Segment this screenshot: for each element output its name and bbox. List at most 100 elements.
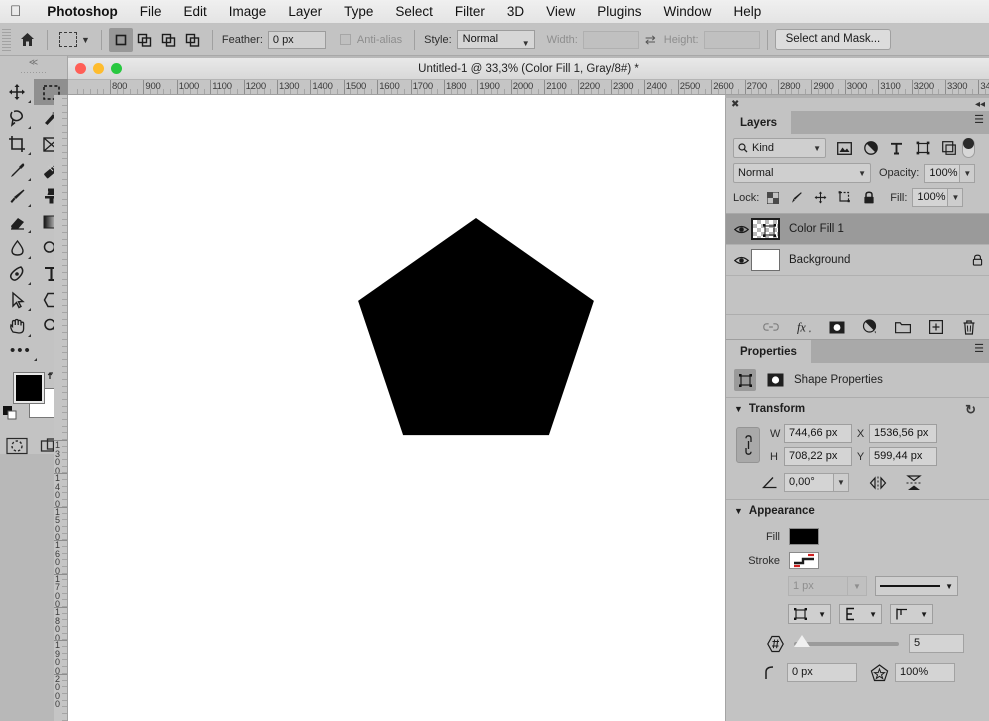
opacity-input[interactable]: 100% bbox=[924, 163, 961, 183]
style-select[interactable]: Normal ▼ bbox=[456, 30, 535, 49]
fill-color-swatch[interactable] bbox=[789, 528, 819, 545]
apple-menu-icon[interactable]:  bbox=[10, 4, 21, 19]
flip-vertical-icon[interactable] bbox=[904, 474, 924, 491]
layer-thumbnail[interactable] bbox=[751, 249, 780, 271]
foreground-color-swatch[interactable] bbox=[14, 373, 44, 403]
new-adjustment-layer-icon[interactable] bbox=[862, 319, 878, 335]
stroke-align-select[interactable]: ▼ bbox=[788, 604, 831, 624]
menu-item-image[interactable]: Image bbox=[218, 4, 278, 19]
new-selection-button[interactable] bbox=[108, 27, 133, 52]
menu-item-filter[interactable]: Filter bbox=[444, 4, 496, 19]
layer-visibility-icon[interactable] bbox=[732, 255, 751, 266]
brush-tool[interactable] bbox=[0, 183, 34, 209]
collapse-panels-icon[interactable]: ◂◂ bbox=[975, 99, 985, 110]
menu-item-photoshop[interactable]: Photoshop bbox=[36, 4, 129, 19]
stroke-width-input[interactable]: 1 px bbox=[788, 576, 848, 596]
pentagon-shape[interactable] bbox=[68, 95, 725, 721]
menu-item-file[interactable]: File bbox=[129, 4, 173, 19]
link-layers-icon[interactable] bbox=[763, 319, 779, 335]
filter-type-icon[interactable] bbox=[889, 141, 904, 156]
eraser-tool[interactable] bbox=[0, 209, 34, 235]
tab-properties[interactable]: Properties bbox=[726, 340, 811, 363]
filter-smartobject-icon[interactable] bbox=[941, 141, 956, 156]
shape-transform-icon[interactable] bbox=[734, 369, 756, 391]
document-titlebar[interactable]: Untitled-1 @ 33,3% (Color Fill 1, Gray/8… bbox=[68, 58, 989, 80]
menu-item-type[interactable]: Type bbox=[333, 4, 384, 19]
layer-thumbnail[interactable] bbox=[751, 218, 780, 240]
fill-stepper[interactable]: ▼ bbox=[948, 188, 964, 207]
vertical-ruler[interactable]: 1300 1400 1500 1600 1700 1800 1900 2000 bbox=[54, 95, 68, 721]
path-selection-tool[interactable] bbox=[0, 287, 34, 313]
sides-slider-handle[interactable] bbox=[794, 634, 810, 647]
subtract-from-selection-button[interactable] bbox=[157, 28, 181, 52]
appearance-section-header[interactable]: ▼ Appearance bbox=[726, 499, 989, 522]
eyedropper-tool[interactable] bbox=[0, 157, 34, 183]
width-input[interactable] bbox=[582, 30, 639, 49]
feather-input[interactable]: 0 px bbox=[267, 30, 326, 49]
stroke-width-stepper[interactable]: ▼ bbox=[848, 576, 867, 596]
corner-radius-input[interactable]: 0 px bbox=[787, 663, 857, 682]
add-layer-style-icon[interactable]: fx bbox=[796, 319, 812, 335]
home-icon[interactable] bbox=[14, 27, 40, 53]
x-input[interactable]: 1536,56 px bbox=[869, 424, 937, 443]
layer-row-background[interactable]: Background bbox=[726, 245, 989, 276]
options-bar-grip[interactable] bbox=[2, 28, 11, 51]
opacity-stepper[interactable]: ▼ bbox=[960, 163, 976, 183]
tools-panel-grip[interactable]: ≪ bbox=[0, 56, 67, 68]
add-layer-mask-icon[interactable] bbox=[829, 319, 845, 335]
lock-artboard-nesting-icon[interactable] bbox=[837, 190, 852, 205]
hand-tool[interactable] bbox=[0, 313, 34, 339]
menu-item-view[interactable]: View bbox=[535, 4, 586, 19]
crop-tool[interactable] bbox=[0, 131, 34, 157]
menu-item-3d[interactable]: 3D bbox=[496, 4, 535, 19]
filter-enable-toggle[interactable] bbox=[962, 138, 975, 158]
height-input[interactable] bbox=[703, 30, 760, 49]
menu-item-window[interactable]: Window bbox=[652, 4, 722, 19]
angle-input[interactable]: 0,00° bbox=[784, 473, 834, 492]
swap-dimensions-icon[interactable]: ⇄ bbox=[645, 32, 656, 48]
lasso-tool[interactable] bbox=[0, 105, 34, 131]
sides-input[interactable]: 5 bbox=[909, 634, 964, 653]
filter-adjustment-icon[interactable] bbox=[863, 141, 878, 156]
default-colors-icon[interactable] bbox=[2, 405, 18, 421]
filter-kind-select[interactable]: Kind ▼ bbox=[733, 138, 826, 158]
select-and-mask-button[interactable]: Select and Mask... bbox=[774, 29, 892, 50]
stroke-cap-select[interactable]: ▼ bbox=[839, 604, 882, 624]
horizontal-ruler[interactable]: 800 900 1000 1100 1200 1300 1400 1500 1600 1700 18… bbox=[68, 80, 989, 95]
link-width-height-icon[interactable] bbox=[736, 427, 760, 463]
menu-item-plugins[interactable]: Plugins bbox=[586, 4, 652, 19]
width-input[interactable]: 744,66 px bbox=[784, 424, 852, 443]
new-layer-icon[interactable] bbox=[928, 319, 944, 335]
sides-slider[interactable] bbox=[794, 634, 899, 647]
tool-preset-picker[interactable]: ▼ bbox=[55, 32, 94, 47]
filter-shape-icon[interactable] bbox=[915, 141, 930, 156]
stroke-style-select[interactable]: ▼ bbox=[875, 576, 958, 596]
filter-pixel-icon[interactable] bbox=[837, 141, 852, 156]
lock-transparent-pixels-icon[interactable] bbox=[765, 190, 780, 205]
height-input[interactable]: 708,22 px bbox=[784, 447, 852, 466]
transform-section-header[interactable]: ▼ Transform ↻ bbox=[726, 397, 989, 420]
menu-item-select[interactable]: Select bbox=[384, 4, 444, 19]
flip-horizontal-icon[interactable] bbox=[868, 475, 888, 490]
blur-tool[interactable] bbox=[0, 235, 34, 261]
pen-tool[interactable] bbox=[0, 261, 34, 287]
quick-mask-icon[interactable] bbox=[0, 433, 34, 459]
lock-all-icon[interactable] bbox=[861, 190, 876, 205]
menu-item-help[interactable]: Help bbox=[723, 4, 773, 19]
close-panel-icon[interactable]: ✖ bbox=[731, 99, 739, 110]
move-tool[interactable] bbox=[0, 79, 34, 105]
new-group-icon[interactable] bbox=[895, 319, 911, 335]
add-to-selection-button[interactable] bbox=[133, 28, 157, 52]
anti-alias-checkbox[interactable] bbox=[339, 34, 351, 45]
blend-mode-select[interactable]: Normal ▼ bbox=[733, 163, 871, 183]
stroke-corner-select[interactable]: ▼ bbox=[890, 604, 933, 624]
lock-position-icon[interactable] bbox=[813, 190, 828, 205]
panel-menu-icon[interactable]: ☰ bbox=[974, 115, 984, 126]
menu-item-edit[interactable]: Edit bbox=[173, 4, 218, 19]
panel-menu-icon[interactable]: ☰ bbox=[974, 344, 984, 355]
y-input[interactable]: 599,44 px bbox=[869, 447, 937, 466]
tab-layers[interactable]: Layers bbox=[726, 111, 792, 134]
fill-input[interactable]: 100% bbox=[912, 188, 949, 207]
mask-icon[interactable] bbox=[764, 369, 786, 391]
layer-row-color-fill-1[interactable]: Color Fill 1 bbox=[726, 214, 989, 245]
